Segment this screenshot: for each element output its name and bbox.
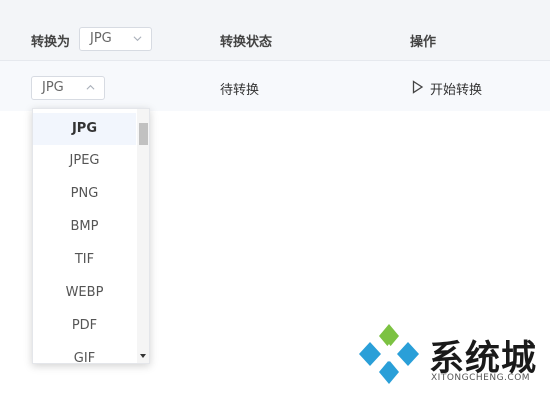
- scrollbar-thumb[interactable]: [139, 123, 148, 145]
- xitongcheng-logo-icon: [359, 324, 419, 384]
- format-dropdown[interactable]: JPG JPEG PNG BMP TIF WEBP PDF GIF: [32, 108, 150, 364]
- format-option-bmp[interactable]: BMP: [33, 211, 136, 243]
- action-column-header: 操作: [410, 35, 437, 50]
- row-format-value: JPG: [42, 80, 64, 95]
- row-format-select[interactable]: JPG: [31, 76, 105, 100]
- play-icon: [412, 80, 424, 94]
- dropdown-scrollbar[interactable]: [137, 109, 149, 363]
- format-option-png[interactable]: PNG: [33, 178, 136, 210]
- watermark-site: XITONGCHENG.COM: [431, 373, 531, 383]
- status-text: 待转换: [220, 83, 260, 98]
- chevron-down-icon: [133, 36, 142, 42]
- format-option-pdf[interactable]: PDF: [33, 310, 136, 342]
- chevron-up-icon: [86, 84, 95, 90]
- table-header: 转换为 JPG 转换状态 操作: [0, 0, 550, 61]
- global-format-select[interactable]: JPG: [79, 27, 152, 51]
- global-format-value: JPG: [90, 31, 112, 46]
- format-option-webp[interactable]: WEBP: [33, 277, 136, 309]
- start-convert-label: 开始转换: [430, 83, 483, 98]
- format-option-jpeg[interactable]: JPEG: [33, 145, 136, 177]
- format-option-jpg[interactable]: JPG: [33, 113, 136, 145]
- scroll-down-arrow-icon[interactable]: [137, 351, 149, 361]
- format-option-tif[interactable]: TIF: [33, 244, 136, 276]
- format-option-gif[interactable]: GIF: [33, 343, 136, 363]
- convert-to-label: 转换为: [31, 35, 71, 50]
- status-column-header: 转换状态: [220, 35, 273, 50]
